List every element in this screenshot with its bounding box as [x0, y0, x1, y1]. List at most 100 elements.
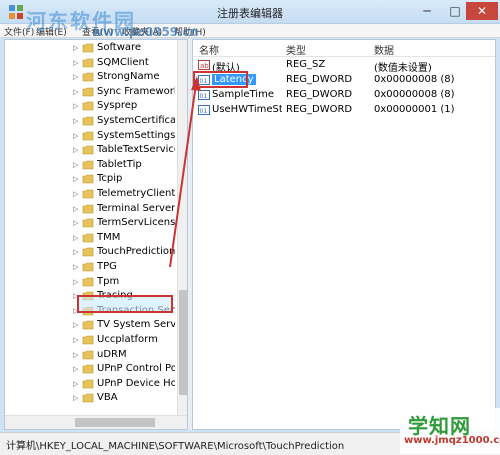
folder-icon: [82, 175, 94, 184]
tree-item[interactable]: ▷ Uccplatform: [5, 333, 175, 347]
tree-item-label: uDRM: [97, 348, 127, 360]
expand-arrow-icon[interactable]: ▷: [73, 205, 81, 213]
value-row[interactable]: 01 SampleTime REG_DWORD 0x00000008 (8): [193, 88, 495, 103]
dword-value-icon: 01: [198, 90, 210, 100]
tree-item[interactable]: ▷ Tcpip: [5, 172, 175, 186]
tree-item[interactable]: ▷ Sysprep: [5, 99, 175, 113]
tree-item-label: TableTextService: [97, 144, 175, 156]
tree-item[interactable]: ▷ SystemSettings: [5, 129, 175, 143]
tree-item[interactable]: ▷ SystemCertificates: [5, 114, 175, 128]
tree-item[interactable]: ▷ StrongName: [5, 70, 175, 84]
tree-item-label: Sync Framework: [97, 85, 175, 97]
expand-arrow-icon[interactable]: ▷: [73, 59, 81, 67]
column-header-name[interactable]: 名称: [199, 42, 219, 57]
tree-item[interactable]: ▷ UPnP Device Host: [5, 377, 175, 391]
value-data: 0x00000008 (8): [374, 74, 455, 85]
expand-arrow-icon[interactable]: ▷: [73, 88, 81, 96]
expand-arrow-icon[interactable]: ▷: [73, 234, 81, 242]
folder-icon: [82, 131, 94, 140]
expand-arrow-icon[interactable]: ▷: [73, 263, 81, 271]
watermark-url: www.pc0359.cn: [92, 25, 199, 39]
values-list-pane[interactable]: 名称 类型 数据 ab (默认) REG_SZ (数值未设置) 01 Latency REG…: [192, 39, 496, 430]
tree-item-label: VBA: [97, 392, 118, 404]
expand-arrow-icon[interactable]: ▷: [73, 117, 81, 125]
expand-arrow-icon[interactable]: ▷: [73, 394, 81, 402]
tree-item[interactable]: ▷ Sync Framework: [5, 85, 175, 99]
expand-arrow-icon[interactable]: ▷: [73, 380, 81, 388]
tree-item-label: UPnP Control Point: [97, 363, 175, 375]
folder-icon: [82, 321, 94, 330]
maximize-button[interactable]: □: [442, 2, 468, 20]
tree-item-label: SQMClient: [97, 56, 149, 68]
column-header-data[interactable]: 数据: [374, 42, 394, 57]
folder-icon: [82, 379, 94, 389]
tree-item-label: TabletTip: [97, 158, 142, 170]
svg-text:ab: ab: [200, 62, 209, 70]
tree-item-label: SystemCertificates: [97, 115, 175, 126]
tree-item[interactable]: ▷ TelemetryClient: [5, 187, 175, 201]
tree-item-label: TPG: [97, 261, 117, 272]
tree-item-label: Tpm: [97, 275, 120, 287]
folder-icon: [82, 189, 94, 199]
expand-arrow-icon[interactable]: ▷: [73, 365, 81, 373]
folder-icon: [82, 262, 94, 272]
folder-icon: [82, 364, 94, 374]
column-header-type[interactable]: 类型: [286, 42, 306, 57]
expand-arrow-icon[interactable]: ▷: [73, 175, 81, 183]
folder-icon: [82, 43, 94, 53]
tree-item[interactable]: ▷ TabletTip: [5, 158, 175, 172]
folder-icon: [82, 72, 94, 82]
minimize-button[interactable]: ─: [414, 2, 440, 20]
folder-icon: [82, 277, 94, 286]
expand-arrow-icon[interactable]: ▷: [73, 278, 81, 286]
folder-icon: [82, 116, 94, 126]
tree-item[interactable]: ▷ UPnP Control Point: [5, 362, 175, 376]
tree-item[interactable]: ▷ uDRM: [5, 348, 175, 362]
tree-vertical-scrollbar[interactable]: [177, 40, 187, 415]
folder-icon: [82, 350, 94, 359]
tree-item[interactable]: ▷ TableTextService: [5, 143, 175, 157]
selected-key-highlight: [77, 295, 173, 313]
tree-item[interactable]: ▷ TouchPrediction: [5, 245, 175, 259]
tree-horizontal-scrollbar[interactable]: [5, 415, 187, 429]
expand-arrow-icon[interactable]: ▷: [73, 321, 81, 329]
value-data: 0x00000008 (8): [374, 89, 455, 100]
expand-arrow-icon[interactable]: ▷: [73, 190, 81, 198]
expand-arrow-icon[interactable]: ▷: [73, 146, 81, 154]
tree-item[interactable]: ▷ TPG: [5, 260, 175, 274]
close-button[interactable]: ✕: [466, 2, 498, 20]
folder-icon: [82, 102, 94, 111]
expand-arrow-icon[interactable]: ▷: [73, 44, 81, 52]
expand-arrow-icon[interactable]: ▷: [73, 132, 81, 140]
tree-item[interactable]: ▷ TermServLicensing: [5, 216, 175, 230]
expand-arrow-icon[interactable]: ▷: [73, 102, 81, 110]
latency-highlight-box: [193, 71, 248, 88]
tree-vertical-scroll-thumb[interactable]: [179, 290, 187, 395]
expand-arrow-icon[interactable]: ▷: [73, 73, 81, 81]
folder-icon: [82, 58, 94, 67]
tree-item[interactable]: ▷ TV System Services: [5, 318, 175, 332]
tree-item-label: TMM: [97, 231, 121, 243]
tree-item[interactable]: ▷ SQMClient: [5, 56, 175, 70]
tree-item-label: TermServLicensing: [97, 217, 175, 229]
tree-item[interactable]: ▷ VBA: [5, 391, 175, 405]
svg-text:01: 01: [200, 108, 208, 115]
tree-horizontal-scroll-thumb[interactable]: [75, 418, 155, 427]
expand-arrow-icon[interactable]: ▷: [73, 351, 81, 359]
tree-item[interactable]: ▷ Software: [5, 41, 175, 55]
tree-item[interactable]: ▷ TMM: [5, 231, 175, 245]
value-type: REG_SZ: [286, 59, 326, 70]
tree-item[interactable]: ▷ Terminal Server Cli: [5, 202, 175, 216]
expand-arrow-icon[interactable]: ▷: [73, 248, 81, 256]
tree-item-label: Tcpip: [97, 173, 123, 185]
value-name: UseHWTimeSt...: [212, 104, 282, 115]
logo-url: www.jmqz1000.com: [404, 435, 500, 446]
key-tree-pane[interactable]: ▷ Software ▷ SQMClient ▷ StrongName ▷ Sync Fram…: [4, 39, 188, 430]
value-row[interactable]: 01 UseHWTimeSt... REG_DWORD 0x00000001 (1): [193, 103, 495, 118]
expand-arrow-icon[interactable]: ▷: [73, 161, 81, 169]
expand-arrow-icon[interactable]: ▷: [73, 219, 81, 227]
expand-arrow-icon[interactable]: ▷: [73, 336, 81, 344]
tree-item[interactable]: ▷ Tpm: [5, 275, 175, 289]
tree-item-label: Sysprep: [97, 100, 138, 112]
svg-text:01: 01: [200, 93, 208, 100]
